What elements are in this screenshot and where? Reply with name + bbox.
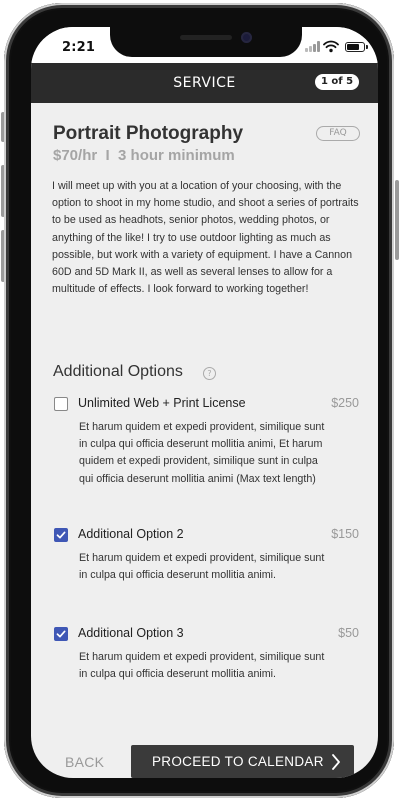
phone-screen: 2:21 SERVICE 1 of 5 Portrait Photography…	[31, 27, 378, 778]
option-label: Unlimited Web + Print License	[78, 396, 246, 410]
faq-button[interactable]: FAQ	[316, 126, 360, 141]
header-bar: SERVICE 1 of 5	[31, 63, 378, 103]
additional-options-heading: Additional Options	[53, 363, 183, 380]
phone-frame: 2:21 SERVICE 1 of 5 Portrait Photography…	[4, 3, 394, 798]
service-price: $70/hr I 3 hour minimum	[53, 147, 235, 164]
signal-icon	[305, 41, 321, 52]
step-indicator: 1 of 5	[315, 74, 359, 90]
option-description: Et harum quidem et expedi provident, sim…	[79, 421, 325, 485]
main-content: Portrait Photography FAQ $70/hr I 3 hour…	[31, 103, 378, 778]
option-description: Et harum quidem et expedi provident, sim…	[79, 651, 325, 681]
notch	[110, 27, 302, 57]
option-label: Additional Option 2	[78, 527, 184, 541]
option-checkbox[interactable]	[54, 528, 68, 542]
option-label: Additional Option 3	[78, 626, 184, 640]
service-title: Portrait Photography	[53, 123, 244, 144]
help-icon[interactable]: ?	[203, 367, 216, 380]
chevron-right-icon	[332, 754, 340, 770]
proceed-to-calendar-button[interactable]: PROCEED TO CALENDAR	[131, 745, 354, 778]
wifi-icon	[323, 40, 339, 53]
option-price: $250	[331, 396, 359, 410]
back-button[interactable]: BACK	[65, 754, 104, 770]
front-camera	[241, 32, 252, 43]
proceed-label: PROCEED TO CALENDAR	[152, 754, 324, 769]
option-price: $150	[331, 527, 359, 541]
battery-icon	[345, 42, 368, 52]
checkmark-icon	[56, 630, 66, 638]
status-bar: 2:21	[31, 27, 378, 63]
option-checkbox[interactable]	[54, 397, 68, 411]
speaker-grille	[180, 35, 232, 40]
option-price: $50	[338, 626, 359, 640]
power-button	[395, 180, 399, 260]
status-time: 2:21	[62, 40, 96, 55]
service-description: I will meet up with you at a location of…	[52, 180, 359, 296]
option-description: Et harum quidem et expedi provident, sim…	[79, 552, 325, 582]
option-checkbox[interactable]	[54, 627, 68, 641]
checkmark-icon	[56, 531, 66, 539]
